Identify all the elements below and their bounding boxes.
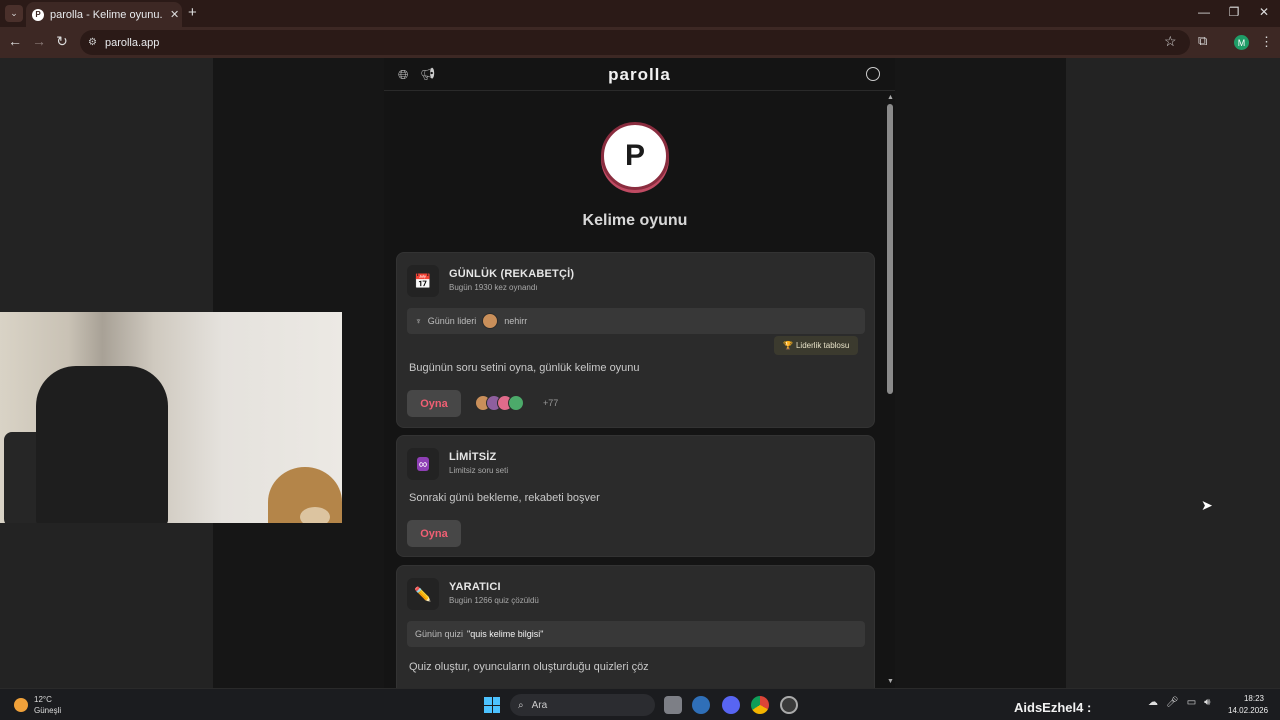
- unlimited-play-button[interactable]: Oyna: [407, 520, 461, 547]
- parolla-app: 🌐︎ 📢︎ parolla P Kelime oyunu 📅 GÜNLÜK (R…: [384, 58, 895, 688]
- browser-menu-icon[interactable]: ⋮: [1260, 34, 1273, 50]
- browser-toolbar: ← → ↻ ⚙ parolla.app ☆ ⧉: [0, 27, 1280, 58]
- weather-description: Güneşli: [34, 706, 62, 715]
- card-description: Bugünün soru setini oyna, günlük kelime …: [409, 362, 640, 374]
- infinity-icon: ∞: [407, 448, 439, 480]
- webcam-gaming-chair: [36, 366, 168, 523]
- app-scrollbar[interactable]: ▲ ▼: [885, 92, 895, 688]
- daily-game-card: 📅 GÜNLÜK (REKABETÇİ) Bugün 1930 kez oyna…: [396, 252, 875, 428]
- bookmark-star-icon[interactable]: ☆: [1164, 33, 1177, 50]
- pencil-icon: ✏️: [407, 578, 439, 610]
- trophy-icon: 🏆: [783, 341, 793, 350]
- new-tab-button[interactable]: +: [188, 5, 197, 21]
- app-logo: P: [601, 122, 669, 190]
- clock-time[interactable]: 18:23: [1234, 694, 1274, 703]
- card-subtitle: Limitsiz soru seti: [449, 466, 509, 475]
- discord-icon[interactable]: [722, 696, 740, 714]
- search-placeholder: Ara: [531, 699, 548, 711]
- daily-quiz-strip[interactable]: Günün quizi "quis kelime bilgisi": [407, 621, 865, 647]
- leader-avatar: [482, 313, 499, 329]
- tab-title: parolla - Kelime oyunu. Günlük: [50, 8, 166, 21]
- leaderboard-button[interactable]: 🏆 Liderlik tablosu: [774, 336, 859, 355]
- quiz-name: "quis kelime bilgisi": [467, 629, 544, 639]
- taskbar-search[interactable]: ⌕ Ara: [510, 694, 655, 716]
- page-title: Kelime oyunu: [582, 212, 688, 229]
- daily-leader-strip: ♆ Günün lideri nehirr: [407, 308, 865, 334]
- scrollbar-thumb[interactable]: [887, 104, 893, 394]
- user-account-icon[interactable]: [866, 67, 880, 81]
- extensions-icon[interactable]: ⧉: [1198, 33, 1207, 49]
- chrome-icon[interactable]: [751, 696, 769, 714]
- creative-game-card: ✏️ YARATICI Bugün 1266 quiz çözüldü Günü…: [396, 565, 875, 688]
- clock-date[interactable]: 14.02.2026: [1228, 706, 1268, 715]
- page-viewport: 🌐︎ 📢︎ parolla P Kelime oyunu 📅 GÜNLÜK (R…: [0, 58, 1280, 688]
- tab-strip: ⌄ P parolla - Kelime oyunu. Günlük ✕ + —…: [0, 0, 1280, 27]
- card-description: Sonraki günü bekleme, rekabeti boşver: [409, 492, 600, 504]
- app-icon[interactable]: [780, 696, 798, 714]
- site-info-icon[interactable]: ⚙: [88, 37, 97, 48]
- card-title: YARATICI: [449, 581, 501, 593]
- calendar-icon: 📅: [407, 265, 439, 297]
- profile-avatar[interactable]: M: [1234, 35, 1249, 50]
- player-avatars: [475, 395, 524, 411]
- close-window-icon[interactable]: ✕: [1254, 5, 1274, 19]
- close-tab-icon[interactable]: ✕: [170, 8, 179, 21]
- address-bar[interactable]: ⚙ parolla.app: [80, 30, 1190, 55]
- leaderboard-label: Liderlik tablosu: [795, 341, 850, 350]
- webcam-overlay: [0, 312, 342, 523]
- tab-search-button[interactable]: ⌄: [5, 5, 23, 22]
- reload-icon[interactable]: ↻: [53, 33, 71, 50]
- trophy-outline-icon: ♆: [415, 316, 422, 326]
- weather-temperature: 12°C: [34, 695, 52, 704]
- card-subtitle: Bugün 1266 quiz çözüldü: [449, 596, 539, 605]
- webcam-teddy-face: [300, 507, 330, 523]
- card-title: GÜNLÜK (REKABETÇİ): [449, 268, 575, 280]
- file-explorer-icon[interactable]: [664, 696, 682, 714]
- card-subtitle: Bugün 1930 kez oynandı: [449, 283, 538, 292]
- mouse-cursor-icon: ➤: [1201, 497, 1213, 513]
- brand-logo-text[interactable]: parolla: [384, 65, 895, 85]
- card-description: Quiz oluştur, oyuncuların oluşturduğu qu…: [409, 661, 649, 673]
- system-tray-icons[interactable]: ☁🎤︎▭🔊︎: [1148, 697, 1218, 708]
- leader-name: nehirr: [504, 316, 528, 326]
- quiz-label: Günün quizi: [415, 629, 464, 639]
- card-title: LİMİTSİZ: [449, 451, 497, 463]
- parolla-favicon-icon: P: [32, 8, 44, 21]
- stream-overlay-text: AidsEzhel4 :: [1014, 700, 1092, 715]
- app-icon[interactable]: [692, 696, 710, 714]
- daily-play-button[interactable]: Oyna: [407, 390, 461, 417]
- scroll-up-icon[interactable]: ▲: [887, 94, 894, 101]
- back-icon[interactable]: ←: [6, 33, 24, 49]
- app-header: 🌐︎ 📢︎ parolla: [384, 58, 895, 91]
- forward-icon[interactable]: →: [30, 33, 48, 49]
- avatar: [508, 395, 524, 411]
- windows-start-icon[interactable]: [484, 697, 500, 713]
- more-players-count: +77: [543, 398, 559, 408]
- leader-label: Günün lideri: [427, 316, 477, 326]
- search-icon: ⌕: [518, 699, 524, 711]
- active-tab[interactable]: P parolla - Kelime oyunu. Günlük ✕: [26, 2, 182, 27]
- unlimited-game-card: ∞ LİMİTSİZ Limitsiz soru seti Sonraki gü…: [396, 435, 875, 557]
- url-text: parolla.app: [104, 36, 160, 49]
- minimize-icon[interactable]: —: [1194, 5, 1214, 19]
- weather-sun-icon[interactable]: [14, 698, 28, 712]
- scroll-down-icon[interactable]: ▼: [887, 678, 894, 685]
- restore-icon[interactable]: ❐: [1224, 5, 1244, 19]
